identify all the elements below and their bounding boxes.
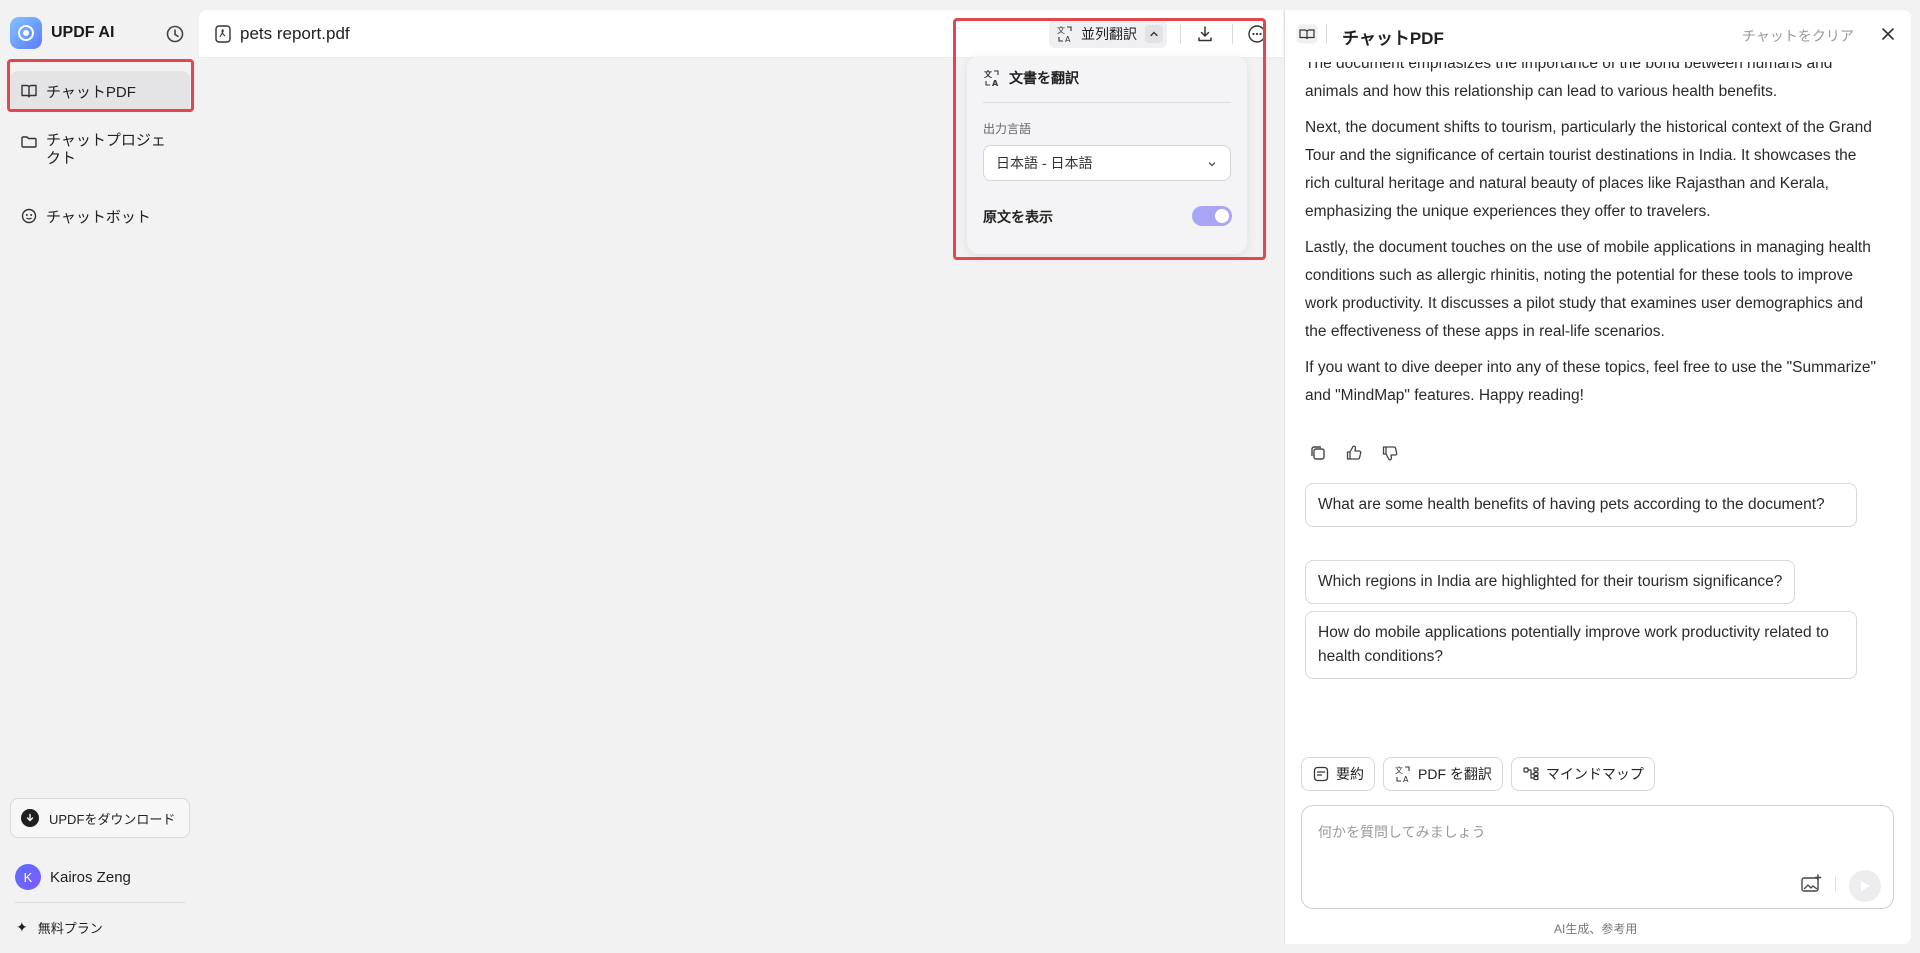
chat-message-paragraph: The document emphasizes the importance o… — [1305, 62, 1833, 100]
ai-disclaimer: AI生成、参考用 — [1554, 922, 1638, 936]
chat-title: チャットPDF — [1342, 29, 1444, 48]
chat-message-paragraph: If you want to dive deeper into any of t… — [1305, 359, 1877, 404]
file-name: pets report.pdf — [240, 24, 350, 43]
clear-chat-button[interactable]: チャットをクリア — [1742, 26, 1854, 46]
chat-message-paragraph: Next, the document shifts to tourism, pa… — [1305, 119, 1872, 220]
translate-dropdown-panel: 文A 文書を翻訳 出力言語 日本語 - 日本語 原文を表示 — [967, 56, 1247, 254]
svg-text:A: A — [1403, 775, 1409, 783]
summarize-button[interactable]: 要約 — [1301, 757, 1375, 791]
document-title: pets report.pdf — [215, 24, 350, 44]
send-icon — [1861, 881, 1870, 891]
book-icon — [20, 82, 38, 100]
plan-label: 無料プラン — [37, 921, 103, 936]
sidebar-item-label: チャットPDF — [46, 84, 136, 101]
suggested-question[interactable]: What are some health benefits of having … — [1305, 483, 1857, 527]
sidebar-item-chat-project[interactable]: チャットプロジェクト — [10, 122, 185, 178]
chat-messages: The document emphasizes the importance o… — [1305, 62, 1885, 422]
svg-text:文: 文 — [1395, 765, 1403, 775]
translate-pdf-button[interactable]: 文A PDF を翻訳 — [1383, 757, 1503, 791]
translate-button-label: 並列翻訳 — [1081, 26, 1137, 42]
translate-icon: 文A — [1056, 25, 1074, 44]
suggested-question[interactable]: Which regions in India are highlighted f… — [1305, 560, 1796, 604]
history-icon[interactable] — [165, 24, 185, 44]
svg-text:文: 文 — [1057, 25, 1065, 35]
translate-document-header[interactable]: 文A 文書を翻訳 — [983, 68, 1079, 88]
mindmap-button[interactable]: マインドマップ — [1510, 757, 1655, 791]
bot-icon — [20, 207, 38, 225]
close-icon[interactable] — [1880, 26, 1896, 42]
sidebar-divider — [15, 902, 185, 903]
thumbs-up-icon[interactable] — [1344, 443, 1364, 463]
copy-icon[interactable] — [1308, 443, 1328, 463]
output-language-label: 出力言語 — [983, 122, 1032, 136]
toolbar-separator — [1232, 24, 1233, 44]
selected-language: 日本語 - 日本語 — [996, 155, 1093, 171]
panel-divider — [983, 102, 1231, 103]
brand[interactable]: UPDF AI — [10, 17, 114, 49]
sidebar-item-label: チャットボット — [46, 209, 151, 226]
download-icon — [21, 809, 39, 827]
summary-icon — [1312, 765, 1330, 783]
chevron-down-icon — [1206, 157, 1218, 169]
sidebar: UPDF AI チャットPDF チャットプロジェクト チャットボット UPDFを… — [0, 0, 199, 953]
chat-tools: 要約 文A PDF を翻訳 マインドマップ — [1301, 757, 1663, 791]
message-actions — [1308, 443, 1416, 463]
chat-message-paragraph: Lastly, the document touches on the use … — [1305, 239, 1871, 340]
updf-logo-icon — [10, 17, 42, 49]
suggested-question[interactable]: How do mobile applications potentially i… — [1305, 611, 1857, 679]
download-label: UPDFをダウンロード — [49, 811, 176, 827]
folder-icon — [20, 133, 38, 151]
avatar: K — [15, 864, 41, 890]
output-language-select[interactable]: 日本語 - 日本語 — [983, 145, 1231, 181]
book-icon[interactable] — [1296, 24, 1318, 44]
translate-icon: 文A — [983, 69, 1001, 88]
svg-text:文: 文 — [984, 69, 993, 79]
tool-label: マインドマップ — [1545, 766, 1644, 782]
sidebar-item-chat-pdf[interactable]: チャットPDF — [10, 71, 190, 112]
user-name: Kairos Zeng — [50, 868, 131, 886]
download-updf-button[interactable]: UPDFをダウンロード — [10, 798, 190, 838]
tool-label: PDF を翻訳 — [1418, 766, 1492, 782]
svg-text:A: A — [992, 79, 999, 87]
send-button[interactable] — [1849, 870, 1881, 902]
mindmap-icon — [1522, 765, 1540, 783]
pdf-file-icon — [215, 25, 231, 43]
panel-title: 文書を翻訳 — [1009, 70, 1079, 86]
chat-input[interactable]: 何かを質問してみましょう — [1301, 805, 1894, 909]
more-options-icon[interactable] — [1247, 24, 1267, 44]
toolbar-separator — [1180, 24, 1181, 44]
translate-icon: 文A — [1394, 765, 1412, 784]
image-upload-icon[interactable] — [1800, 874, 1822, 894]
user-profile[interactable]: K Kairos Zeng — [15, 864, 131, 890]
download-document-icon[interactable] — [1195, 24, 1215, 44]
chat-header-separator — [1326, 24, 1327, 44]
show-original-toggle[interactable] — [1192, 206, 1232, 226]
parallel-translate-button[interactable]: 文A 並列翻訳 — [1049, 20, 1167, 48]
svg-text:A: A — [1065, 35, 1071, 43]
thumbs-down-icon[interactable] — [1380, 443, 1400, 463]
chevron-up-icon[interactable] — [1145, 25, 1163, 43]
sparkle-icon: ✦ — [16, 919, 28, 935]
brand-name: UPDF AI — [51, 24, 115, 41]
plan-link[interactable]: ✦ 無料プラン — [16, 918, 103, 937]
input-separator — [1835, 876, 1836, 892]
tool-label: 要約 — [1336, 766, 1364, 782]
show-original-label: 原文を表示 — [983, 209, 1053, 225]
sidebar-item-chatbot[interactable]: チャットボット — [10, 196, 190, 237]
toggle-knob — [1215, 209, 1229, 223]
chat-input-placeholder: 何かを質問してみましょう — [1318, 824, 1486, 840]
sidebar-item-label: チャットプロジェクト — [46, 132, 166, 167]
